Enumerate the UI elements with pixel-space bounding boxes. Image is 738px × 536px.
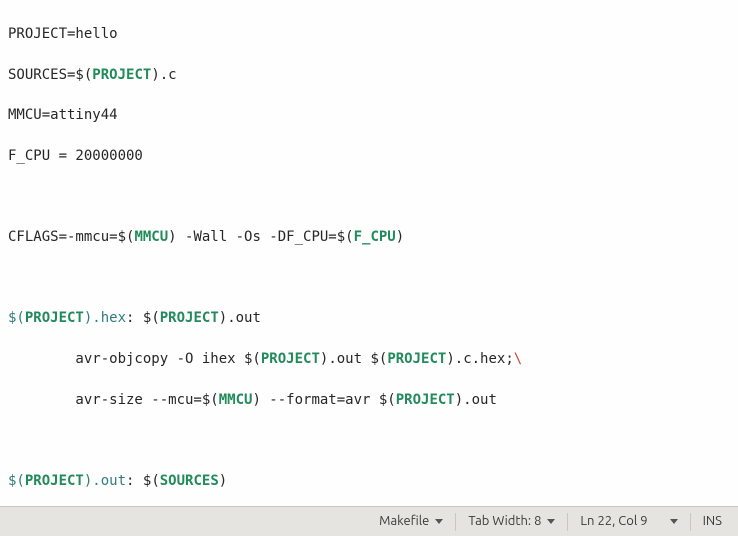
text: F_CPU = 20000000 (8, 148, 143, 164)
code-line: $(PROJECT).out: $(SOURCES) (8, 471, 730, 491)
code-editor[interactable]: PROJECT=hello SOURCES=$(PROJECT).c MMCU=… (0, 0, 738, 506)
esc: \ (514, 351, 522, 367)
language-selector[interactable]: Makefile (369, 512, 453, 531)
text: : $( (126, 310, 160, 326)
var: PROJECT (396, 392, 455, 408)
target: $(PROJECT).hex (8, 310, 126, 326)
text: CFLAGS=-mmcu=$( (8, 229, 134, 245)
text: ).out (455, 392, 497, 408)
cursor-position: Ln 22, Col 9 (570, 512, 657, 531)
var: SOURCES (160, 473, 219, 489)
var: MMCU (219, 392, 253, 408)
language-label: Makefile (379, 512, 429, 531)
divider (455, 513, 456, 531)
code-line: avr-objcopy -O ihex $(PROJECT).out $(PRO… (8, 349, 730, 369)
tab-width-label: Tab Width: 8 (468, 512, 541, 531)
text: SOURCES=$( (8, 67, 92, 83)
text: PROJECT=hello (8, 26, 118, 42)
code-line: F_CPU = 20000000 (8, 146, 730, 166)
insert-mode-toggle[interactable]: INS (693, 512, 732, 531)
text: ) (219, 473, 227, 489)
var: PROJECT (261, 351, 320, 367)
text: ).out $( (320, 351, 387, 367)
text: : $( (126, 473, 160, 489)
code-line: SOURCES=$(PROJECT).c (8, 65, 730, 85)
code-line: $(PROJECT).hex: $(PROJECT).out (8, 308, 730, 328)
var: PROJECT (387, 351, 446, 367)
text: MMCU=attiny44 (8, 107, 118, 123)
var: F_CPU (354, 229, 396, 245)
code-line: CFLAGS=-mmcu=$(MMCU) -Wall -Os -DF_CPU=$… (8, 227, 730, 247)
divider (690, 513, 691, 531)
code-line: PROJECT=hello (8, 24, 730, 44)
text: ) (396, 229, 404, 245)
text: ) -Wall -Os -DF_CPU=$( (168, 229, 353, 245)
text: avr-size --mcu=$( (8, 392, 219, 408)
insert-mode-label: INS (703, 512, 722, 531)
text: ).c (151, 67, 176, 83)
cursor-position-label: Ln 22, Col 9 (580, 512, 647, 531)
code-line: MMCU=attiny44 (8, 105, 730, 125)
text: ) --format=avr $( (252, 392, 395, 408)
code-line (8, 268, 730, 288)
text: ).out (219, 310, 261, 326)
var: PROJECT (92, 67, 151, 83)
chevron-down-icon (435, 519, 443, 524)
code-line (8, 430, 730, 450)
cursor-position-menu[interactable] (658, 519, 688, 524)
chevron-down-icon (670, 519, 678, 524)
text: ).c.hex; (446, 351, 513, 367)
chevron-down-icon (547, 519, 555, 524)
var: MMCU (134, 229, 168, 245)
var: PROJECT (160, 310, 219, 326)
code-line: avr-size --mcu=$(MMCU) --format=avr $(PR… (8, 390, 730, 410)
tab-width-selector[interactable]: Tab Width: 8 (458, 512, 565, 531)
code-line (8, 187, 730, 207)
target: $(PROJECT).out (8, 473, 126, 489)
status-bar: Makefile Tab Width: 8 Ln 22, Col 9 INS (0, 506, 738, 536)
text: avr-objcopy -O ihex $( (8, 351, 261, 367)
divider (567, 513, 568, 531)
